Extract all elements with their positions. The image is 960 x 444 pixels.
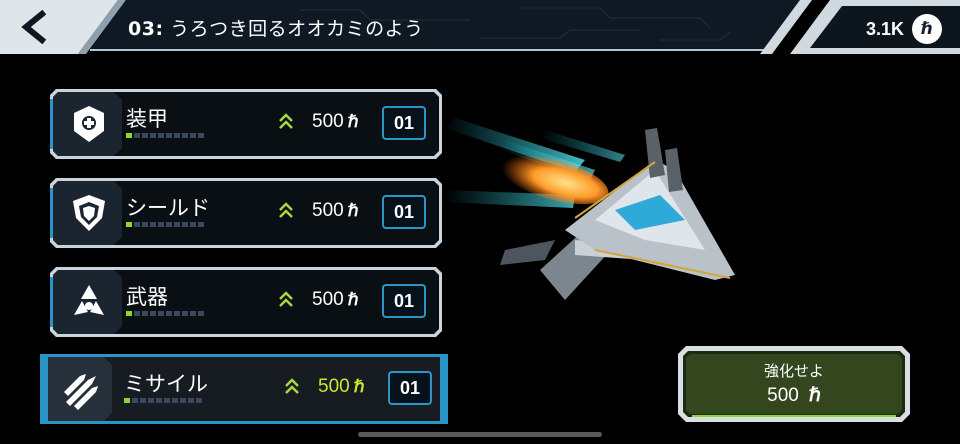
- upgrade-progress-bar: [126, 133, 204, 138]
- level-pip: [142, 133, 148, 138]
- level-pip: [140, 398, 146, 403]
- level-pip: [174, 222, 180, 227]
- currency-symbol-icon: ℏ: [347, 112, 359, 131]
- double-chevron-up-icon: [279, 113, 293, 129]
- top-bar: 03: うろつき回るオオカミのよう 3.1K ℏ: [0, 0, 960, 58]
- upgrade-price-value: 500: [312, 111, 344, 132]
- home-indicator: [358, 432, 602, 437]
- level-pip: [198, 133, 204, 138]
- level-pip: [142, 311, 148, 316]
- currency-amount: 3.1K: [865, 18, 904, 39]
- level-pip: [150, 133, 156, 138]
- level-pip: [198, 222, 204, 227]
- upgrade-level-badge: 01: [382, 195, 426, 229]
- level-pip: [172, 398, 178, 403]
- upgrade-card[interactable]: 装甲 500 ℏ 01: [50, 89, 442, 159]
- level-pip: [134, 133, 140, 138]
- level-pip: [190, 311, 196, 316]
- level-title: 03: うろつき回るオオカミのよう: [128, 14, 424, 41]
- level-number: 03:: [128, 18, 164, 40]
- level-pip: [132, 398, 138, 403]
- level-pip: [126, 222, 132, 227]
- level-pip: [166, 311, 172, 316]
- upgrade-button-price: 500 ℏ: [678, 384, 910, 407]
- level-pip: [174, 133, 180, 138]
- upgrade-progress-bar: [126, 222, 204, 227]
- level-pip: [134, 311, 140, 316]
- coin-icon: ℏ: [912, 14, 942, 44]
- shield-icon: [60, 184, 118, 242]
- upgrade-card[interactable]: シールド 500 ℏ 01: [50, 178, 442, 248]
- upgrade-level-badge: 01: [382, 284, 426, 318]
- level-pip: [196, 398, 202, 403]
- upgrade-level-badge: 01: [382, 106, 426, 140]
- upgrade-price: 500 ℏ: [312, 111, 358, 133]
- level-name: うろつき回るオオカミのよう: [170, 18, 424, 40]
- level-pip: [166, 222, 172, 227]
- weapon-icon: [60, 273, 118, 331]
- level-pip: [150, 311, 156, 316]
- level-pip: [126, 311, 132, 316]
- level-pip: [190, 222, 196, 227]
- upgrade-price-value: 500: [767, 385, 799, 406]
- upgrade-progress-bar: [124, 398, 202, 403]
- level-pip: [188, 398, 194, 403]
- currency-display: 3.1K ℏ: [866, 12, 942, 46]
- double-chevron-up-icon: [285, 378, 299, 394]
- level-pip: [142, 222, 148, 227]
- upgrade-name: 装甲: [126, 107, 168, 131]
- level-pip: [148, 398, 154, 403]
- upgrade-card[interactable]: ミサイル 500 ℏ 01: [40, 354, 448, 424]
- level-pip: [174, 311, 180, 316]
- upgrade-price-value: 500: [312, 289, 344, 310]
- level-pip: [158, 311, 164, 316]
- currency-symbol-icon: ℏ: [347, 290, 359, 309]
- upgrade-price-value: 500: [312, 200, 344, 221]
- level-pip: [164, 398, 170, 403]
- currency-symbol-icon: ℏ: [808, 385, 821, 406]
- upgrade-button-label: 強化せよ: [763, 362, 824, 380]
- upgrade-name: 武器: [126, 285, 168, 309]
- double-chevron-up-icon: [279, 202, 293, 218]
- double-chevron-up-icon: [279, 291, 293, 307]
- upgrade-name: ミサイル: [124, 372, 208, 396]
- level-pip: [190, 133, 196, 138]
- level-pip: [158, 133, 164, 138]
- level-pip: [126, 133, 132, 138]
- currency-symbol-icon: ℏ: [353, 377, 365, 396]
- upgrade-button[interactable]: 強化せよ 500 ℏ: [678, 346, 910, 422]
- upgrade-progress-bar: [126, 311, 204, 316]
- level-pip: [124, 398, 130, 403]
- upgrade-card[interactable]: 武器 500 ℏ 01: [50, 267, 442, 337]
- armor-icon: [60, 95, 118, 153]
- level-pip: [134, 222, 140, 227]
- upgrade-name: シールド: [126, 196, 210, 220]
- level-pip: [182, 133, 188, 138]
- upgrade-price: 500 ℏ: [312, 200, 358, 222]
- missile-icon: [56, 360, 114, 418]
- level-pip: [180, 398, 186, 403]
- spaceship-image: [445, 118, 735, 300]
- upgrade-price: 500 ℏ: [312, 289, 358, 311]
- upgrade-price: 500 ℏ: [318, 376, 364, 398]
- upgrade-price-value: 500: [318, 376, 350, 397]
- level-pip: [198, 311, 204, 316]
- level-pip: [182, 222, 188, 227]
- currency-symbol-icon: ℏ: [347, 201, 359, 220]
- level-pip: [166, 133, 172, 138]
- upgrade-level-badge: 01: [388, 371, 432, 405]
- level-pip: [156, 398, 162, 403]
- level-pip: [150, 222, 156, 227]
- level-pip: [182, 311, 188, 316]
- back-button[interactable]: [12, 8, 62, 46]
- level-pip: [158, 222, 164, 227]
